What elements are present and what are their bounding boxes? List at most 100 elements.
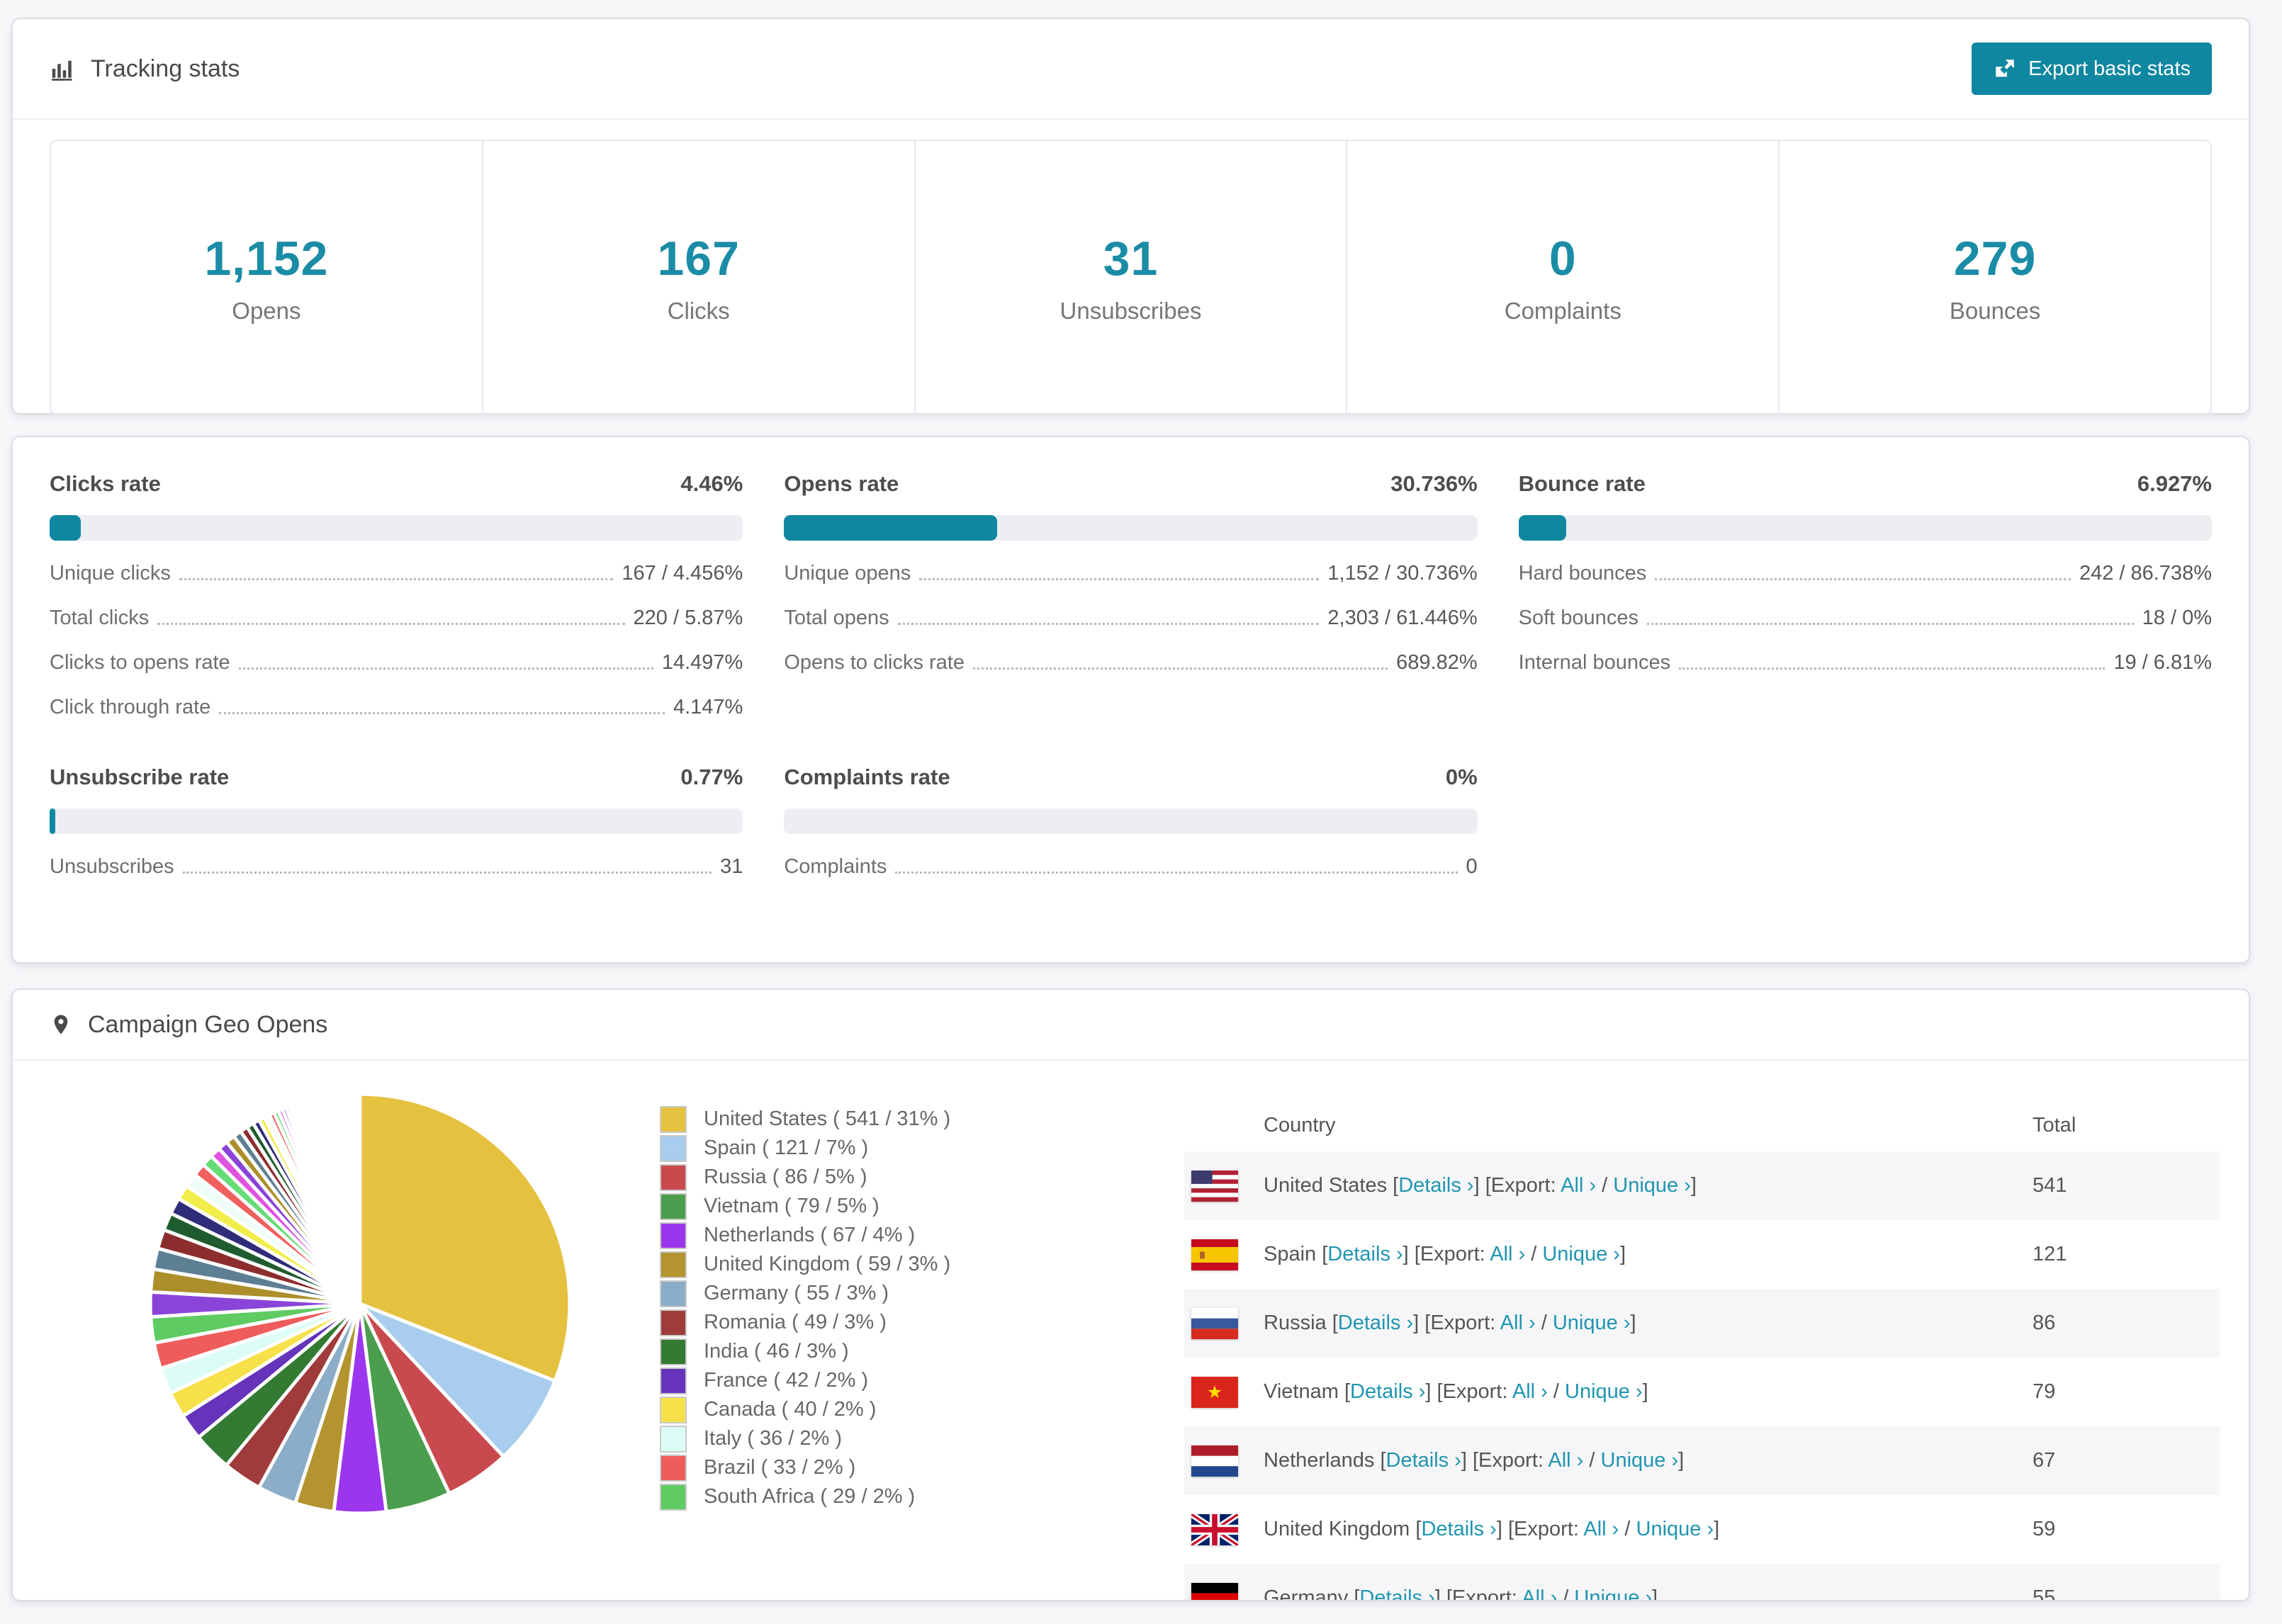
export-unique-link[interactable]: Unique › xyxy=(1601,1449,1679,1472)
details-link[interactable]: Details › xyxy=(1338,1312,1413,1334)
details-link[interactable]: Details › xyxy=(1359,1586,1434,1600)
dotted-leader xyxy=(157,623,625,625)
rate-rows: Hard bounces 242 / 86.738% Soft bounces … xyxy=(1519,562,2212,675)
details-link[interactable]: Details › xyxy=(1350,1380,1425,1403)
dotted-leader xyxy=(897,623,1320,625)
rate-row: Click through rate 4.147% xyxy=(50,696,743,719)
flag-de-icon xyxy=(1191,1582,1238,1600)
flag-es-icon xyxy=(1191,1239,1238,1270)
details-link[interactable]: Details › xyxy=(1386,1449,1461,1472)
export-unique-link[interactable]: Unique › xyxy=(1542,1243,1620,1265)
rate-row-label: Hard bounces xyxy=(1518,562,1647,585)
progress-bar xyxy=(784,515,1478,541)
summary-value: 1,152 xyxy=(204,231,329,286)
total-value: 86 xyxy=(2033,1312,2056,1334)
legend-swatch xyxy=(660,1396,687,1423)
rate-row: Opens to clicks rate 689.82% xyxy=(784,651,1477,675)
summary-label: Opens xyxy=(232,297,301,324)
summary-stat: 167 Clicks xyxy=(481,141,914,414)
rate-row: Unsubscribes 31 xyxy=(50,855,743,879)
summary-value: 31 xyxy=(1103,231,1159,286)
legend-swatch xyxy=(660,1280,687,1307)
export-unique-link[interactable]: Unique › xyxy=(1574,1586,1652,1600)
dotted-leader xyxy=(179,578,614,580)
flag-us-icon xyxy=(1191,1170,1238,1202)
country-name: Russia xyxy=(1264,1312,1327,1334)
summary-stat: 0 Complaints xyxy=(1346,141,1778,414)
rate-row-value: 242 / 86.738% xyxy=(2079,562,2212,585)
legend-label: Vietnam ( 79 / 5% ) xyxy=(704,1195,879,1217)
export-all-link[interactable]: All › xyxy=(1583,1518,1619,1540)
dotted-leader xyxy=(1646,623,2134,625)
details-link[interactable]: Details › xyxy=(1327,1243,1403,1265)
country-cell: Russia [Details ›] [Export: All › / Uniq… xyxy=(1264,1312,1636,1334)
geo-title: Campaign Geo Opens xyxy=(88,1010,328,1038)
country-cell: Netherlands [Details ›] [Export: All › /… xyxy=(1264,1449,1685,1472)
country-cell: Vietnam [Details ›] [Export: All › / Uni… xyxy=(1264,1380,1648,1403)
export-button-label: Export basic stats xyxy=(2028,57,2191,80)
rate-row: Internal bounces 19 / 6.81% xyxy=(1519,651,2212,675)
export-all-link[interactable]: All › xyxy=(1500,1312,1536,1334)
legend-item: Vietnam ( 79 / 5% ) xyxy=(660,1192,1125,1221)
country-cell: Germany [Details ›] [Export: All › / Uni… xyxy=(1264,1586,2033,1600)
progress-fill xyxy=(50,515,81,541)
flag-nl-icon xyxy=(1191,1445,1238,1477)
rate-row: Clicks to opens rate 14.497% xyxy=(50,651,743,675)
total-value: 79 xyxy=(2033,1380,2056,1403)
legend-item: Canada ( 40 / 2% ) xyxy=(660,1395,1125,1424)
details-link[interactable]: Details › xyxy=(1398,1174,1473,1197)
rate-row-label: Opens to clicks rate xyxy=(784,651,965,674)
export-unique-link[interactable]: Unique › xyxy=(1565,1380,1643,1403)
rate-row: Unique clicks 167 / 4.456% xyxy=(50,562,743,585)
rate-row-label: Unsubscribes xyxy=(50,855,174,878)
legend-swatch xyxy=(660,1483,687,1511)
geo-title-wrap: Campaign Geo Opens xyxy=(50,1011,327,1039)
legend-label: Germany ( 55 / 3% ) xyxy=(704,1282,889,1304)
rate-row-value: 19 / 6.81% xyxy=(2113,651,2212,674)
tracking-stats-card: Tracking stats Export basic stats 1,152 … xyxy=(11,18,2250,415)
export-basic-stats-button[interactable]: Export basic stats xyxy=(1972,43,2212,95)
rate-title: Opens rate xyxy=(784,471,899,496)
legend-item: South Africa ( 29 / 2% ) xyxy=(660,1482,1125,1511)
table-row: Netherlands [Details ›] [Export: All › /… xyxy=(1184,1426,2220,1495)
progress-fill xyxy=(784,515,998,541)
legend-item: Romania ( 49 / 3% ) xyxy=(660,1308,1125,1337)
rate-row-label: Total opens xyxy=(784,607,889,629)
export-all-link[interactable]: All › xyxy=(1512,1380,1548,1403)
export-unique-link[interactable]: Unique › xyxy=(1613,1174,1691,1197)
rate-row-label: Unique opens xyxy=(784,562,911,585)
legend-item: Italy ( 36 / 2% ) xyxy=(660,1424,1125,1453)
flag-vn-icon xyxy=(1191,1376,1238,1408)
rate-rows: Unique opens 1,152 / 30.736% Total opens… xyxy=(784,562,1477,675)
rate-row-label: Complaints xyxy=(784,855,887,878)
legend-label: Netherlands ( 67 / 4% ) xyxy=(704,1224,916,1246)
summary-stats-row: 1,152 Opens 167 Clicks 31 Unsubscribes 0… xyxy=(50,140,2212,415)
rate-value: 0.77% xyxy=(680,765,743,789)
tracking-stats-title: Tracking stats xyxy=(50,55,240,83)
rate-row-label: Soft bounces xyxy=(1518,607,1639,629)
rate-row-label: Clicks to opens rate xyxy=(50,651,230,674)
dotted-leader xyxy=(219,712,665,714)
export-unique-link[interactable]: Unique › xyxy=(1636,1518,1714,1540)
export-all-link[interactable]: All › xyxy=(1490,1243,1525,1265)
table-row: Spain [Details ›] [Export: All › / Uniqu… xyxy=(1184,1220,2220,1289)
export-all-link[interactable]: All › xyxy=(1522,1586,1557,1600)
rate-value: 0% xyxy=(1445,765,1478,789)
page-title: Tracking stats xyxy=(91,55,240,82)
summary-label: Unsubscribes xyxy=(1060,297,1202,324)
total-value: 121 xyxy=(2033,1243,2067,1265)
legend-item: United Kingdom ( 59 / 3% ) xyxy=(660,1250,1125,1279)
country-name: Vietnam xyxy=(1264,1380,1339,1403)
country-name: United Kingdom xyxy=(1264,1518,1410,1540)
details-link[interactable]: Details › xyxy=(1421,1518,1496,1540)
export-all-link[interactable]: All › xyxy=(1561,1174,1596,1197)
export-unique-link[interactable]: Unique › xyxy=(1553,1312,1631,1334)
progress-fill xyxy=(50,808,55,834)
rate-head: Clicks rate 4.46% xyxy=(50,471,743,497)
total-value: 59 xyxy=(2033,1518,2056,1540)
rate-head: Opens rate 30.736% xyxy=(784,471,1477,497)
total-value: 67 xyxy=(2033,1449,2056,1472)
header-divider xyxy=(13,118,2249,120)
export-all-link[interactable]: All › xyxy=(1548,1449,1583,1472)
legend-label: United Kingdom ( 59 / 3% ) xyxy=(704,1253,951,1275)
